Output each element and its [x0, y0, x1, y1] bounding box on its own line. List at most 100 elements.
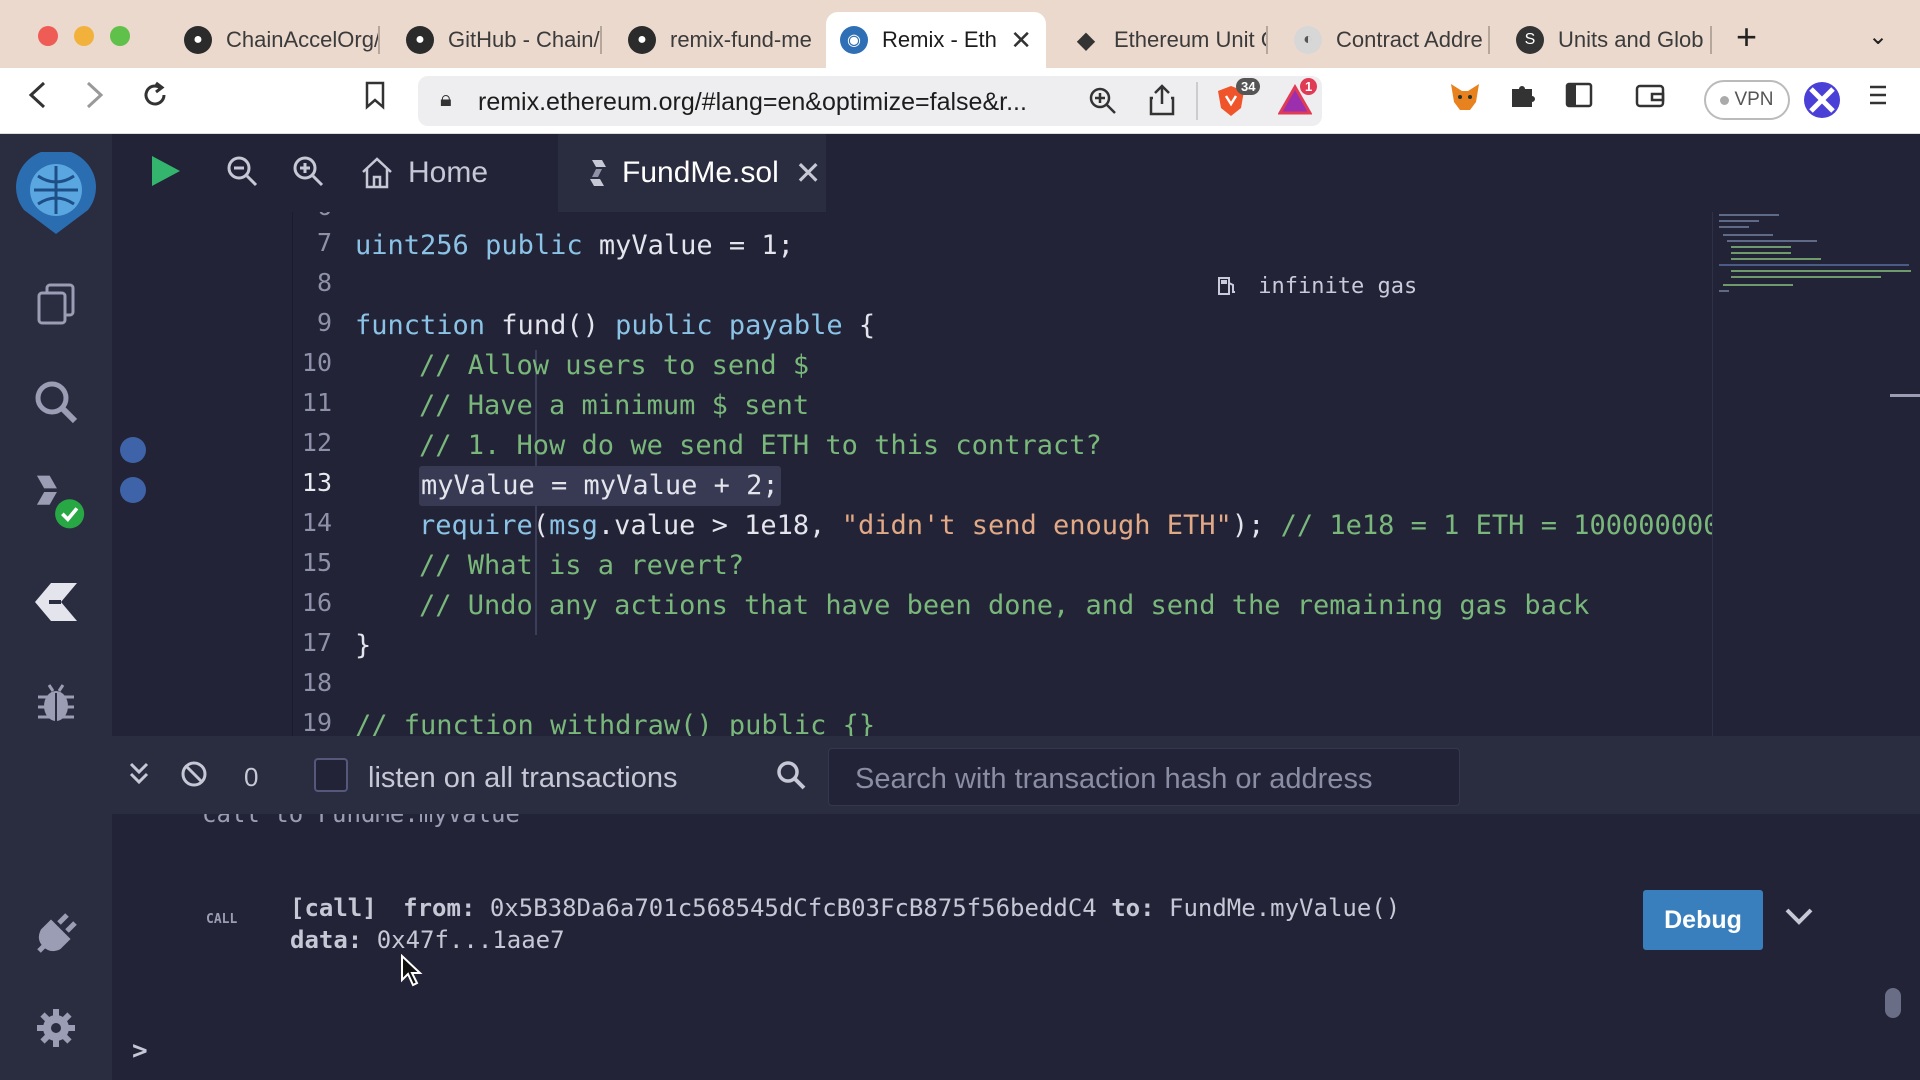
solidity-file-icon	[588, 158, 608, 188]
mouse-cursor-icon	[400, 953, 424, 993]
window-zoom-button[interactable]	[110, 26, 130, 46]
extensions-puzzle-icon[interactable]	[1508, 80, 1538, 121]
zoom-out-icon[interactable]	[226, 146, 258, 196]
address-bar[interactable]: 🔒︎ remix.ethereum.org/#lang=en&optimize=…	[418, 76, 1322, 126]
data-value: 0x47f...1aae7	[376, 926, 565, 954]
minimap-line	[1723, 234, 1773, 236]
expand-log-chevron-icon[interactable]	[1784, 906, 1814, 933]
terminal-toolbar: 0 listen on all transactions Search with…	[112, 736, 1920, 814]
browser-tab-remix-fund-me[interactable]: ● remix-fund-me	[614, 12, 824, 68]
from-label: from:	[403, 894, 476, 922]
github-icon: ●	[406, 26, 434, 54]
shields-count-badge: 34	[1236, 78, 1261, 95]
browser-tab-units-and-globals[interactable]: S Units and Glob	[1502, 12, 1712, 68]
close-file-icon[interactable]: ✕	[795, 154, 822, 192]
reload-icon[interactable]	[140, 80, 170, 121]
run-script-play-icon[interactable]	[148, 146, 182, 196]
plugin-manager-icon[interactable]	[26, 904, 86, 964]
listen-all-checkbox[interactable]	[314, 758, 348, 792]
tab-fundme-sol[interactable]: FundMe.sol ✕	[558, 134, 826, 212]
tab-title: GitHub - Chain/	[448, 27, 600, 52]
divider	[1196, 82, 1198, 120]
code-line-12: // 1. How do we send ETH to this contrac…	[419, 430, 1102, 461]
tab-list-chevron-icon[interactable]: ⌄	[1868, 22, 1888, 51]
browser-menu-icon[interactable]	[1868, 80, 1888, 121]
code-line-19: // function withdraw() public {}	[355, 710, 876, 736]
home-icon	[360, 156, 394, 190]
minimap-line	[1719, 264, 1909, 266]
share-icon[interactable]	[1148, 84, 1176, 121]
code-area[interactable]: uint256 public myValue = 1; function fun…	[292, 212, 1712, 736]
terminal-prompt[interactable]: >	[132, 1036, 148, 1066]
lock-icon: 🔒︎	[440, 86, 452, 111]
close-tab-icon[interactable]: ✕	[1010, 25, 1032, 56]
settings-gear-icon[interactable]	[26, 998, 86, 1058]
tab-home[interactable]: Home	[346, 134, 518, 212]
ethereum-icon: ◆	[1076, 26, 1096, 54]
minimap-line	[1731, 270, 1911, 272]
breakpoint-marker[interactable]	[120, 477, 146, 503]
tab-title: Units and Glob	[1558, 27, 1704, 52]
forward-icon[interactable]	[84, 80, 106, 121]
file-explorer-icon[interactable]	[26, 274, 86, 334]
remix-icon: ◉	[840, 26, 868, 54]
previous-log-line: call to FundMe.myValue	[202, 814, 520, 828]
window-close-button[interactable]	[38, 26, 58, 46]
minimap-line	[1731, 258, 1821, 260]
browser-tab-remix[interactable]: ◉ Remix - Eth ✕	[826, 12, 1046, 68]
clear-console-icon[interactable]	[180, 760, 208, 793]
editor-minimap[interactable]	[1712, 212, 1920, 736]
solidity-compiler-icon[interactable]	[26, 472, 86, 532]
browser-tab-chainaccelorg[interactable]: ● ChainAccelOrg/	[170, 12, 380, 68]
listen-all-label: listen on all transactions	[368, 762, 678, 794]
browser-tab-ethereum-unit[interactable]: ◆ Ethereum Unit C	[1058, 12, 1268, 68]
browser-toolbar: 🔒︎ remix.ethereum.org/#lang=en&optimize=…	[0, 68, 1920, 134]
pending-tx-count: 0	[244, 762, 259, 792]
data-label: data:	[290, 926, 363, 954]
vpn-button[interactable]: VPN	[1704, 80, 1790, 120]
minimap-line	[1719, 214, 1779, 216]
minimap-line	[1723, 284, 1793, 286]
editor-tab-bar: Home FundMe.sol ✕	[112, 134, 1920, 212]
debug-button[interactable]: Debug	[1643, 890, 1763, 950]
deploy-run-icon[interactable]	[26, 572, 86, 632]
remix-logo-icon[interactable]	[8, 152, 104, 238]
remix-icon-panel	[0, 134, 112, 1080]
transaction-search-input[interactable]: Search with transaction hash or address	[828, 748, 1460, 806]
browser-tab-contract-address[interactable]: ◐ Contract Addre	[1280, 12, 1490, 68]
profile-avatar-icon[interactable]	[1802, 80, 1842, 131]
code-line-13-selected: myValue = myValue + 2;	[419, 466, 781, 506]
github-icon: ●	[184, 26, 212, 54]
tab-title: ChainAccelOrg/	[226, 27, 380, 52]
window-minimize-button[interactable]	[74, 26, 94, 46]
terminal-scrollbar-thumb[interactable]	[1885, 988, 1901, 1018]
tab-title: Remix - Eth	[882, 27, 997, 52]
back-icon[interactable]	[26, 80, 48, 121]
debugger-bug-icon[interactable]	[26, 672, 86, 732]
tab-title: Contract Addre	[1336, 27, 1483, 52]
call-log-entry[interactable]: [call] from: 0x5B38Da6a701c568545dCfcB03…	[290, 892, 1400, 956]
browser-tab-github-chain[interactable]: ● GitHub - Chain/	[392, 12, 602, 68]
new-tab-button[interactable]: +	[1736, 16, 1757, 58]
minimap-line	[1719, 290, 1729, 292]
code-line-10: // Allow users to send $	[419, 350, 810, 381]
rewards-count-badge: 1	[1300, 78, 1318, 95]
vpn-status-dot	[1720, 95, 1730, 105]
metamask-fox-icon[interactable]	[1448, 80, 1482, 125]
zoom-in-icon[interactable]	[292, 146, 324, 196]
code-editor[interactable]: 6 7 8 9 10 11 12 13 14 15 16 17 18 19 ui…	[112, 212, 1712, 736]
solidity-icon: S	[1516, 26, 1544, 54]
collapse-terminal-icon[interactable]	[128, 760, 150, 793]
minimap-line	[1719, 226, 1749, 228]
tab-file-label: FundMe.sol	[622, 156, 779, 189]
search-icon[interactable]	[26, 372, 86, 432]
tab-title: remix-fund-me	[670, 27, 812, 52]
zoom-icon[interactable]	[1088, 86, 1118, 121]
minimap-line	[1719, 220, 1759, 222]
terminal-output[interactable]: call to FundMe.myValue CALL [call] from:…	[112, 814, 1920, 1080]
sidebar-toggle-icon[interactable]	[1564, 80, 1594, 121]
minimap-line	[1731, 276, 1881, 278]
wallet-icon[interactable]	[1634, 80, 1666, 121]
breakpoint-marker[interactable]	[120, 437, 146, 463]
bookmark-icon[interactable]	[364, 80, 386, 121]
